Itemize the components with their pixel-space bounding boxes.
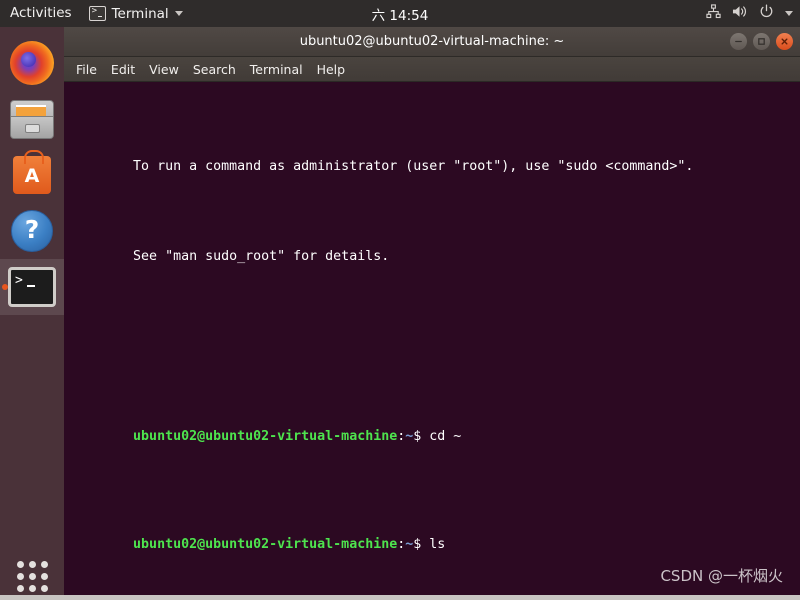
app-menu-button[interactable]: Terminal: [81, 0, 191, 27]
intro-text: See "man sudo_root" for details.: [133, 249, 390, 264]
network-wired-icon: [706, 4, 721, 23]
window-titlebar[interactable]: ubuntu02@ubuntu02-virtual-machine: ~: [64, 27, 800, 57]
activities-label: Activities: [10, 5, 72, 21]
window-controls: [730, 27, 793, 56]
prompt-user-host: ubuntu02@ubuntu02-virtual-machine: [133, 429, 398, 444]
dock-item-software[interactable]: A: [0, 147, 64, 203]
menu-terminal[interactable]: Terminal: [250, 62, 303, 77]
terminal-window: ubuntu02@ubuntu02-virtual-machine: ~ Fil…: [64, 27, 800, 595]
terminal-icon: >: [8, 267, 56, 307]
menu-file[interactable]: File: [76, 62, 97, 77]
files-cabinet-icon: [10, 99, 54, 139]
prompt-sigil: $: [413, 429, 422, 444]
desktop-screen: Activities Terminal 六 14:54: [0, 0, 800, 600]
firefox-icon: [10, 41, 54, 85]
app-grid-icon: [16, 561, 48, 592]
show-applications-button[interactable]: [0, 561, 64, 592]
dock-item-help[interactable]: ?: [0, 203, 64, 259]
help-icon-glyph: ?: [24, 215, 40, 244]
window-title: ubuntu02@ubuntu02-virtual-machine: ~: [299, 34, 565, 49]
dock-item-terminal[interactable]: >: [0, 259, 64, 315]
watermark-text: CSDN @一杯烟火: [660, 567, 783, 585]
clock-label: 六 14:54: [371, 7, 429, 24]
prompt-user-host: ubuntu02@ubuntu02-virtual-machine: [133, 537, 398, 552]
command-text: cd ~: [429, 429, 462, 444]
terminal-output-area[interactable]: To run a command as administrator (user …: [64, 82, 800, 595]
minimize-button[interactable]: [730, 33, 747, 50]
chevron-down-icon: [785, 11, 793, 16]
menu-view[interactable]: View: [149, 62, 179, 77]
terminal-line-intro-2: See "man sudo_root" for details.: [69, 230, 800, 284]
command-text: ls: [429, 537, 446, 552]
top-bar: Activities Terminal 六 14:54: [0, 0, 800, 27]
menu-help[interactable]: Help: [317, 62, 346, 77]
terminal-line-intro-1: To run a command as administrator (user …: [69, 140, 800, 194]
terminal-icon: [88, 5, 106, 21]
dock-item-firefox[interactable]: [0, 35, 64, 91]
app-menu-label: Terminal: [111, 5, 169, 22]
bottom-edge-strip: [0, 595, 800, 600]
terminal-line-command-1: ubuntu02@ubuntu02-virtual-machine:~$ cd ~: [69, 410, 800, 464]
chevron-down-icon: [174, 11, 183, 16]
intro-text: To run a command as administrator (user …: [133, 159, 694, 174]
menu-bar: File Edit View Search Terminal Help: [64, 57, 800, 82]
dock-item-files[interactable]: [0, 91, 64, 147]
prompt-sigil: $: [413, 537, 422, 552]
menu-search[interactable]: Search: [193, 62, 236, 77]
power-icon: [759, 4, 774, 23]
close-button[interactable]: [776, 33, 793, 50]
maximize-button[interactable]: [753, 33, 770, 50]
menu-edit[interactable]: Edit: [111, 62, 135, 77]
volume-icon: [732, 4, 748, 23]
dock: A ? >: [0, 27, 64, 600]
watermark: CSDN @一杯烟火: [660, 565, 783, 586]
system-status-area[interactable]: [706, 4, 793, 23]
software-icon-glyph: A: [24, 165, 40, 187]
activities-button[interactable]: Activities: [0, 0, 81, 27]
ubuntu-software-icon: A: [13, 150, 51, 194]
terminal-line-command-2: ubuntu02@ubuntu02-virtual-machine:~$ ls: [69, 518, 800, 572]
help-question-icon: ?: [11, 210, 53, 252]
